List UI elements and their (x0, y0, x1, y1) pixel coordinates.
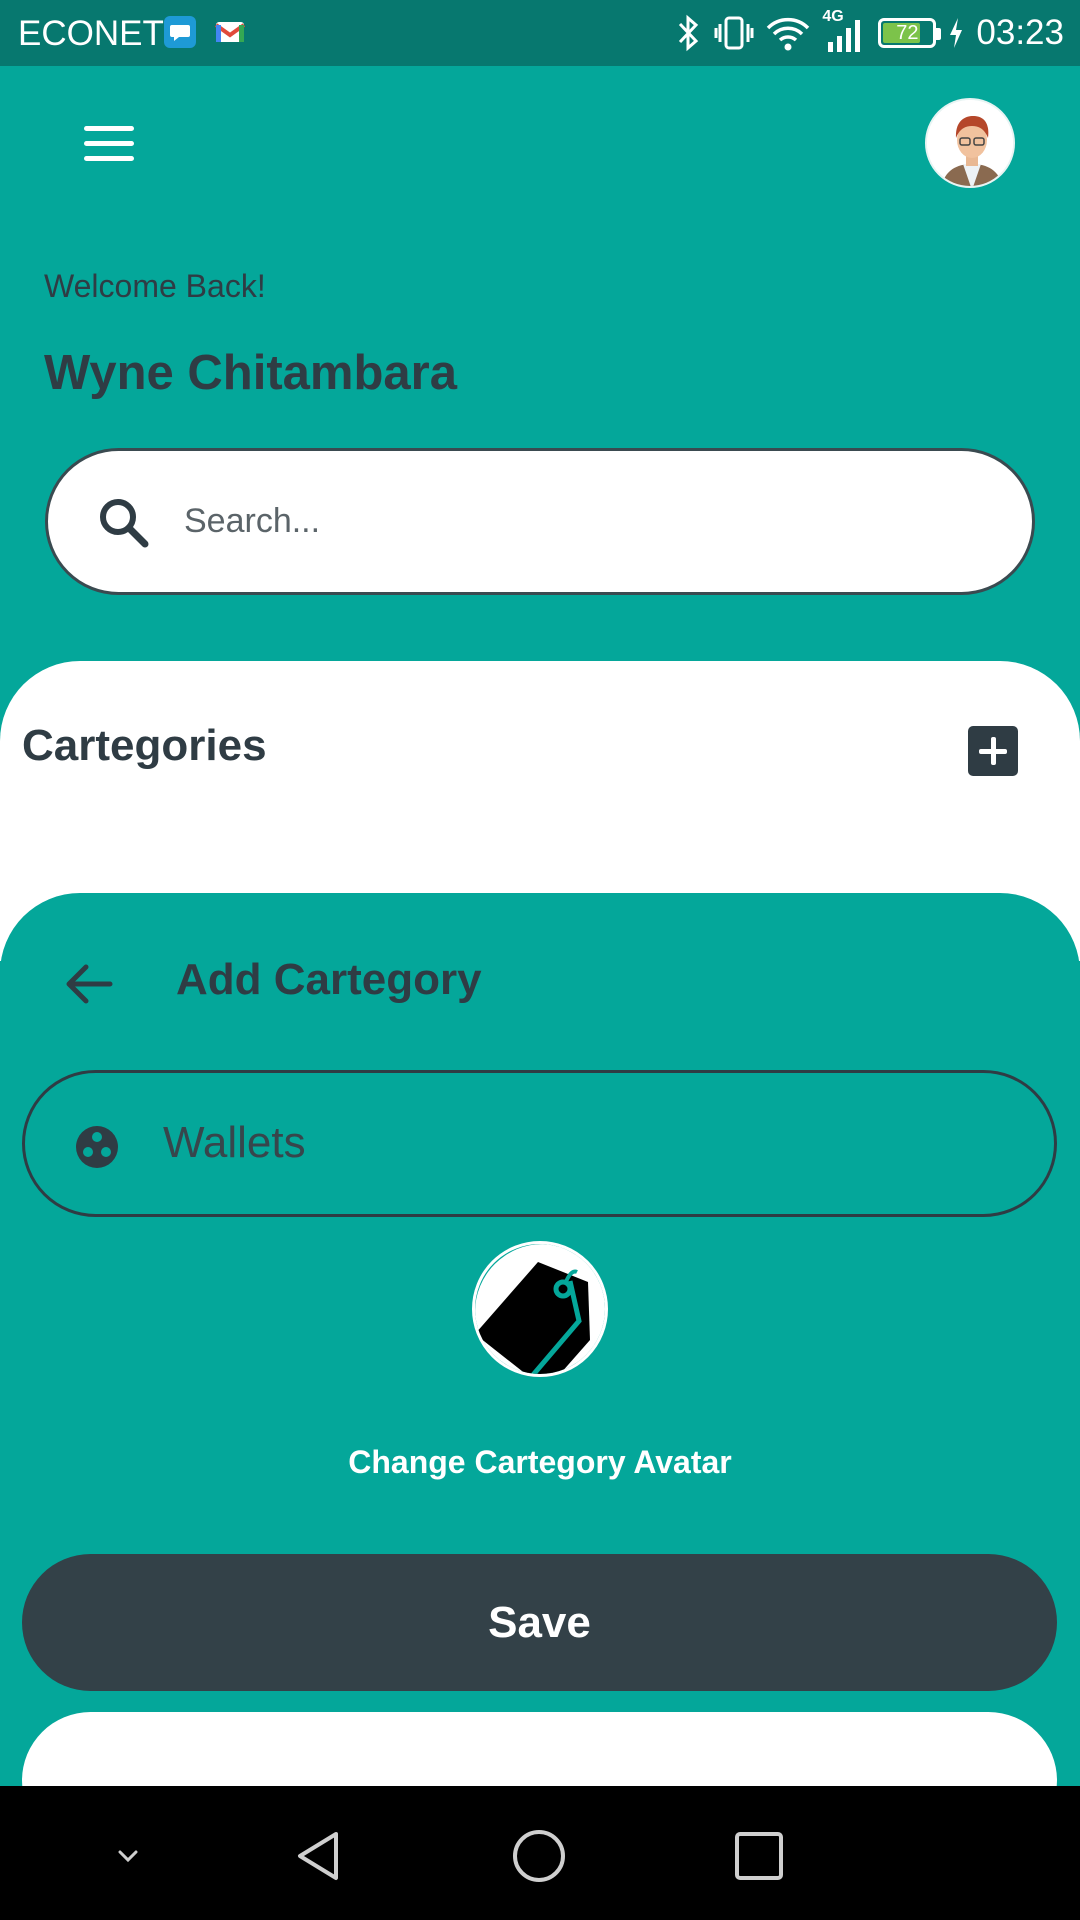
tag-icon (475, 1244, 605, 1374)
menu-icon[interactable] (84, 126, 136, 162)
wifi-icon (767, 17, 810, 51)
welcome-text: Welcome Back! (44, 268, 266, 304)
battery-icon: 72 (878, 18, 942, 48)
palette-icon (76, 1126, 118, 1168)
chevron-down-icon[interactable] (100, 1828, 156, 1884)
carrier-label: ECONET (18, 14, 164, 53)
user-name: Wyne Chitambara (44, 346, 457, 400)
back-nav-icon[interactable] (292, 1828, 348, 1884)
bluetooth-icon (679, 14, 699, 52)
system-nav-bar (0, 1786, 1080, 1920)
sheet-title: Add Cartegory (176, 955, 482, 1004)
categories-title: Cartegories (22, 721, 267, 770)
clock: 03:23 (976, 13, 1064, 52)
recents-nav-icon[interactable] (731, 1828, 787, 1884)
category-avatar[interactable] (472, 1241, 608, 1377)
home-nav-icon[interactable] (511, 1828, 567, 1884)
change-avatar-link[interactable]: Change Cartegory Avatar (0, 1444, 1080, 1481)
vibrate-icon (714, 16, 754, 50)
avatar[interactable] (925, 98, 1015, 188)
status-icons: 4G 72 03:23 (676, 8, 1064, 56)
arrow-left-icon[interactable] (60, 956, 116, 1012)
signal-icon: 4G (822, 8, 866, 54)
battery-level: 72 (896, 21, 919, 44)
add-category-sheet: Add Cartegory Change Cartegory Avatar Sa… (0, 893, 1080, 1849)
gmail-notification-icon (214, 16, 246, 48)
search-bar[interactable] (45, 448, 1035, 595)
add-category-button[interactable] (968, 726, 1018, 776)
category-name-field[interactable] (22, 1070, 1057, 1217)
category-name-input[interactable] (163, 1103, 1013, 1183)
save-button[interactable]: Save (22, 1554, 1057, 1691)
messages-notification-icon (164, 16, 196, 48)
search-icon (100, 499, 149, 548)
charging-icon (950, 18, 963, 48)
search-input[interactable] (184, 481, 984, 561)
status-bar: ECONET 4G 72 03:23 (0, 0, 1080, 66)
app-screen: ECONET 4G 72 03:23 Welcome Back! Wyne Ch… (0, 0, 1080, 1920)
